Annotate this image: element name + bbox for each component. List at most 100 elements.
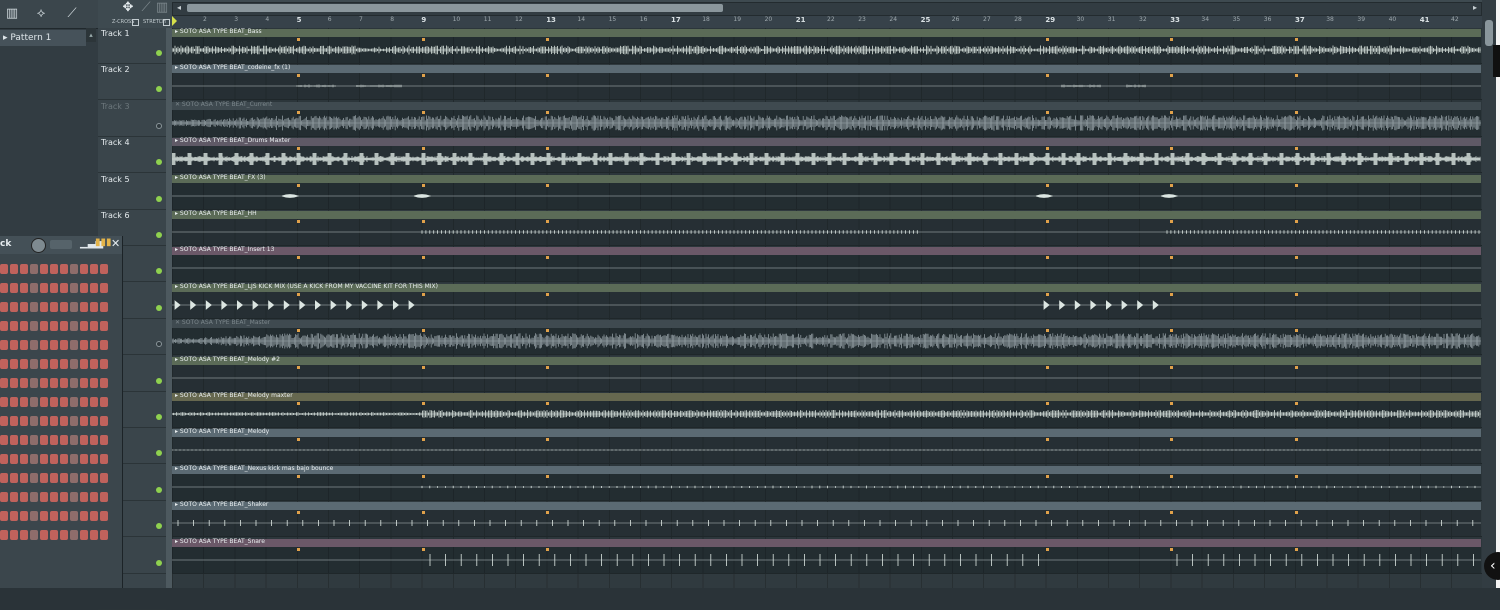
step-button[interactable] [60, 454, 68, 464]
track-mute-led[interactable] [156, 341, 162, 348]
step-button[interactable] [40, 340, 48, 350]
audio-clip[interactable]: ▸ SOTO ASA TYPE BEAT_Snare [172, 538, 1481, 573]
step-button[interactable] [70, 378, 78, 388]
step-button[interactable] [30, 302, 38, 312]
step-button[interactable] [0, 378, 8, 388]
vertical-scroll-thumb[interactable] [1485, 20, 1493, 46]
step-button[interactable] [10, 340, 18, 350]
track-mute-led[interactable] [156, 86, 162, 93]
step-button[interactable] [0, 511, 8, 521]
pencil-line-icon[interactable]: ⟋ [64, 6, 80, 22]
step-button[interactable] [100, 473, 108, 483]
step-button[interactable] [50, 378, 58, 388]
step-button[interactable] [80, 283, 88, 293]
horizontal-scroll-thumb[interactable] [187, 4, 723, 12]
track-lane[interactable]: ▸ SOTO ASA TYPE BEAT_Insert 13 [172, 246, 1482, 283]
clip-header[interactable]: ▸ SOTO ASA TYPE BEAT_Melody [172, 428, 1481, 438]
step-button[interactable] [60, 340, 68, 350]
audio-clip[interactable]: ▸ SOTO ASA TYPE BEAT_codeine_fx (1) [172, 64, 1481, 100]
step-button[interactable] [30, 321, 38, 331]
step-button[interactable] [0, 454, 8, 464]
track-mute-led[interactable] [156, 377, 162, 384]
step-button[interactable] [70, 511, 78, 521]
browser-scroll-up[interactable]: ▴ [86, 28, 96, 42]
step-button[interactable] [60, 321, 68, 331]
step-button[interactable] [60, 511, 68, 521]
clip-header[interactable]: ▸ SOTO ASA TYPE BEAT_Melody maxter [172, 392, 1481, 401]
step-button[interactable] [40, 283, 48, 293]
stretch-checkbox[interactable] [163, 19, 170, 26]
step-button[interactable] [20, 530, 28, 540]
step-button[interactable] [50, 435, 58, 445]
step-button[interactable] [50, 264, 58, 274]
track-header[interactable]: Track 4 [98, 137, 166, 174]
track-lane[interactable]: ▸ SOTO ASA TYPE BEAT_Bass [172, 28, 1482, 64]
step-button[interactable] [0, 359, 8, 369]
step-button[interactable] [30, 530, 38, 540]
step-button[interactable] [80, 397, 88, 407]
step-button[interactable] [30, 283, 38, 293]
step-button[interactable] [50, 302, 58, 312]
step-button[interactable] [20, 321, 28, 331]
swing-knob[interactable] [31, 238, 46, 253]
step-button[interactable] [10, 416, 18, 426]
scroll-left-icon[interactable]: ◂ [173, 3, 185, 13]
step-button[interactable] [50, 321, 58, 331]
step-button[interactable] [90, 473, 98, 483]
step-button[interactable] [50, 283, 58, 293]
playlist-grid[interactable]: ▸ SOTO ASA TYPE BEAT_Bass ▸ SOTO ASA TYPE… [172, 28, 1482, 588]
step-button[interactable] [20, 511, 28, 521]
close-icon[interactable]: ✕ [111, 237, 120, 250]
step-button[interactable] [50, 454, 58, 464]
step-button[interactable] [10, 359, 18, 369]
track-mute-led[interactable] [156, 159, 162, 166]
step-button[interactable] [60, 397, 68, 407]
audio-clip[interactable]: ✕ SOTO ASA TYPE BEAT_Master [172, 319, 1481, 355]
track-lane[interactable]: ▸ SOTO ASA TYPE BEAT_HH [172, 210, 1482, 246]
track-header[interactable]: Track 3 [98, 101, 166, 137]
audio-clip[interactable]: ▸ SOTO ASA TYPE BEAT_Melody #2 [172, 356, 1481, 391]
step-button[interactable] [30, 473, 38, 483]
step-button[interactable] [70, 359, 78, 369]
step-button[interactable] [40, 530, 48, 540]
audio-clip[interactable]: ▸ SOTO ASA TYPE BEAT_Drums Maxter [172, 137, 1481, 173]
step-button[interactable] [30, 397, 38, 407]
track-lane[interactable]: ▸ SOTO ASA TYPE BEAT_Melody #2 [172, 356, 1482, 392]
step-button[interactable] [80, 340, 88, 350]
step-button[interactable] [70, 454, 78, 464]
track-mute-led[interactable] [156, 232, 162, 238]
step-button[interactable] [20, 264, 28, 274]
step-button[interactable] [80, 378, 88, 388]
step-button[interactable] [90, 511, 98, 521]
audio-clip[interactable]: ▸ SOTO ASA TYPE BEAT_Shaker [172, 501, 1481, 537]
clip-header[interactable]: ▸ SOTO ASA TYPE BEAT_Bass [172, 28, 1481, 37]
step-button[interactable] [80, 264, 88, 274]
clip-header[interactable]: ▸ SOTO ASA TYPE BEAT_Shaker [172, 501, 1481, 511]
step-button[interactable] [90, 492, 98, 502]
step-button[interactable] [40, 302, 48, 312]
step-button[interactable] [40, 454, 48, 464]
audio-clip[interactable]: ▸ SOTO ASA TYPE BEAT_Nexus kick mas bajo… [172, 465, 1481, 500]
track-mute-led[interactable] [156, 304, 162, 311]
step-button[interactable] [70, 397, 78, 407]
track-lane[interactable]: ▸ SOTO ASA TYPE BEAT_LJS KICK MIX (USE A… [172, 283, 1482, 319]
vertical-scrollbar[interactable] [1482, 0, 1496, 588]
step-button[interactable] [0, 264, 8, 274]
step-button[interactable] [10, 511, 18, 521]
step-button[interactable] [30, 492, 38, 502]
track-lane[interactable]: ▸ SOTO ASA TYPE BEAT_FX (3) [172, 174, 1482, 210]
scroll-right-icon[interactable]: ▸ [1469, 3, 1481, 13]
step-button[interactable] [10, 473, 18, 483]
step-button[interactable] [20, 378, 28, 388]
step-button[interactable] [60, 416, 68, 426]
step-button[interactable] [80, 454, 88, 464]
audio-clip[interactable]: ▸ SOTO ASA TYPE BEAT_HH [172, 210, 1481, 245]
step-button[interactable] [40, 511, 48, 521]
step-button[interactable] [10, 492, 18, 502]
step-button[interactable] [70, 340, 78, 350]
step-button[interactable] [80, 302, 88, 312]
step-button[interactable] [0, 416, 8, 426]
step-button[interactable] [70, 530, 78, 540]
step-button[interactable] [40, 492, 48, 502]
step-button[interactable] [30, 359, 38, 369]
